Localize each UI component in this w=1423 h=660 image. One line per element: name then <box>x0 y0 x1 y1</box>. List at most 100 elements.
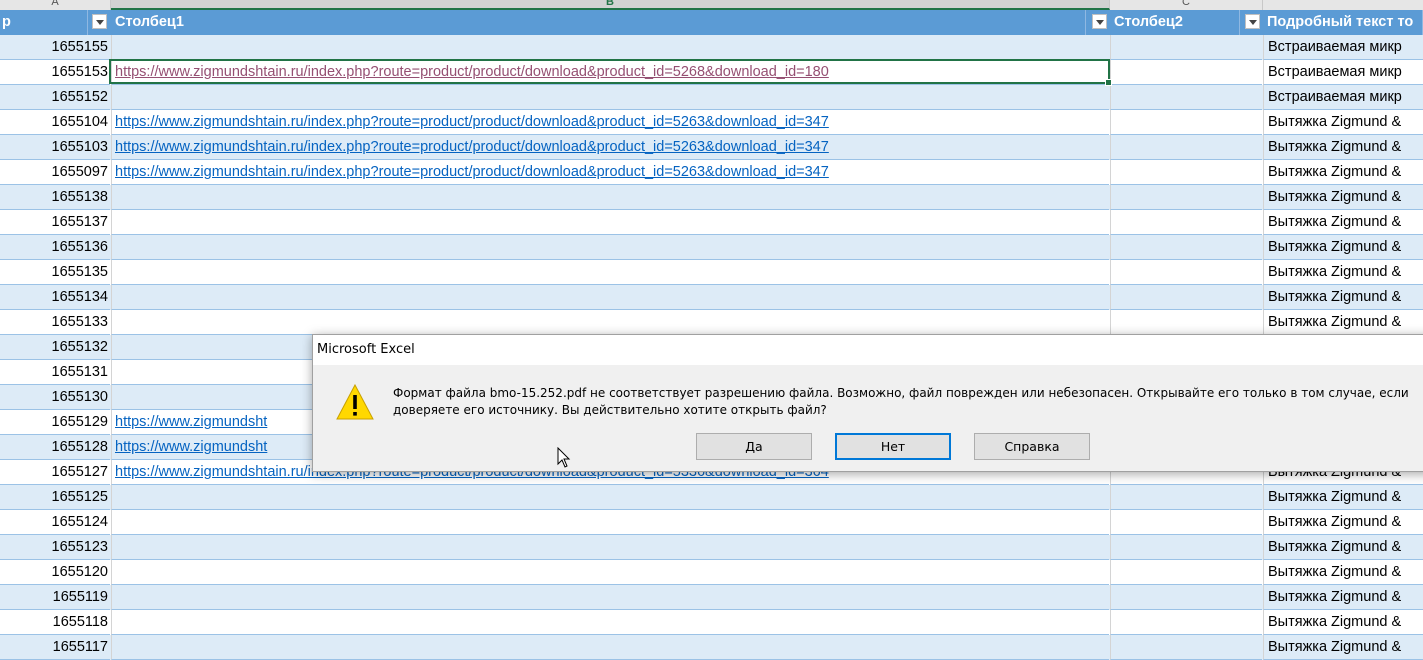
row-number-cell[interactable]: 1655125 <box>0 485 110 510</box>
hyperlink[interactable]: https://www.zigmundshtain.ru/index.php?r… <box>115 139 829 155</box>
dialog-title[interactable]: Microsoft Excel <box>313 335 1423 365</box>
stolbec2-cell[interactable] <box>1110 310 1262 335</box>
url-cell[interactable] <box>111 635 1109 660</box>
detailed-text-cell[interactable]: Встраиваемая микр <box>1263 85 1423 110</box>
column-letter-d[interactable] <box>1263 0 1423 10</box>
detailed-text-cell[interactable]: Вытяжка Zigmund & <box>1263 510 1423 535</box>
header-stolbec1[interactable]: Столбец1 <box>111 10 1086 35</box>
column-letter-a[interactable]: A <box>0 0 111 10</box>
url-cell[interactable] <box>111 535 1109 560</box>
filter-dropdown-icon[interactable] <box>1092 14 1107 29</box>
row-number-cell[interactable]: 1655131 <box>0 360 110 385</box>
row-number-cell[interactable]: 1655103 <box>0 135 110 160</box>
detailed-text-cell[interactable]: Вытяжка Zigmund & <box>1263 310 1423 335</box>
detailed-text-cell[interactable]: Вытяжка Zigmund & <box>1263 185 1423 210</box>
url-cell[interactable] <box>111 185 1109 210</box>
stolbec2-cell[interactable] <box>1110 510 1262 535</box>
url-cell[interactable] <box>111 585 1109 610</box>
hyperlink[interactable]: https://www.zigmundshtain.ru/index.php?r… <box>115 64 829 80</box>
detailed-text-cell[interactable]: Вытяжка Zigmund & <box>1263 235 1423 260</box>
row-number-cell[interactable]: 1655133 <box>0 310 110 335</box>
url-cell[interactable]: https://www.zigmundshtain.ru/index.php?r… <box>111 160 1109 185</box>
yes-button[interactable]: Да <box>696 433 812 460</box>
no-button[interactable]: Нет <box>835 433 951 460</box>
stolbec2-cell[interactable] <box>1110 210 1262 235</box>
detailed-text-cell[interactable]: Вытяжка Zigmund & <box>1263 535 1423 560</box>
detailed-text-cell[interactable]: Вытяжка Zigmund & <box>1263 260 1423 285</box>
detailed-text-cell[interactable]: Вытяжка Zigmund & <box>1263 485 1423 510</box>
row-number-cell[interactable]: 1655119 <box>0 585 110 610</box>
url-cell[interactable] <box>111 310 1109 335</box>
stolbec2-cell[interactable] <box>1110 60 1262 85</box>
stolbec2-cell[interactable] <box>1110 85 1262 110</box>
stolbec2-cell[interactable] <box>1110 535 1262 560</box>
stolbec2-cell[interactable] <box>1110 260 1262 285</box>
detailed-text-cell[interactable]: Вытяжка Zigmund & <box>1263 210 1423 235</box>
header-detailed-text[interactable]: Подробный текст то <box>1263 10 1423 35</box>
url-cell[interactable] <box>111 485 1109 510</box>
stolbec2-cell[interactable] <box>1110 185 1262 210</box>
hyperlink[interactable]: https://www.zigmundsht <box>115 439 267 455</box>
row-number-cell[interactable]: 1655117 <box>0 635 110 660</box>
row-number-cell[interactable]: 1655124 <box>0 510 110 535</box>
row-number-cell[interactable]: 1655097 <box>0 160 110 185</box>
column-letter-b[interactable]: B <box>111 0 1110 10</box>
url-cell[interactable] <box>111 235 1109 260</box>
hyperlink[interactable]: https://www.zigmundsht <box>115 414 267 430</box>
url-cell[interactable]: https://www.zigmundshtain.ru/index.php?r… <box>111 60 1109 85</box>
row-number-cell[interactable]: 1655152 <box>0 85 110 110</box>
detailed-text-cell[interactable]: Вытяжка Zigmund & <box>1263 110 1423 135</box>
row-number-cell[interactable]: 1655136 <box>0 235 110 260</box>
url-cell[interactable]: https://www.zigmundshtain.ru/index.php?r… <box>111 110 1109 135</box>
stolbec2-cell[interactable] <box>1110 610 1262 635</box>
url-cell[interactable] <box>111 510 1109 535</box>
detailed-text-cell[interactable]: Вытяжка Zigmund & <box>1263 610 1423 635</box>
header-stolbec2[interactable]: Столбец2 <box>1110 10 1240 35</box>
header-number-column[interactable]: р <box>0 10 88 35</box>
row-number-cell[interactable]: 1655127 <box>0 460 110 485</box>
detailed-text-cell[interactable]: Вытяжка Zigmund & <box>1263 585 1423 610</box>
detailed-text-cell[interactable]: Вытяжка Zigmund & <box>1263 135 1423 160</box>
filter-dropdown-icon[interactable] <box>1245 14 1260 29</box>
hyperlink[interactable]: https://www.zigmundshtain.ru/index.php?r… <box>115 114 829 130</box>
row-number-cell[interactable]: 1655130 <box>0 385 110 410</box>
row-number-cell[interactable]: 1655137 <box>0 210 110 235</box>
row-number-cell[interactable]: 1655134 <box>0 285 110 310</box>
row-number-cell[interactable]: 1655135 <box>0 260 110 285</box>
detailed-text-cell[interactable]: Вытяжка Zigmund & <box>1263 560 1423 585</box>
url-cell[interactable] <box>111 35 1109 60</box>
stolbec2-cell[interactable] <box>1110 635 1262 660</box>
url-cell[interactable] <box>111 560 1109 585</box>
row-number-cell[interactable]: 1655123 <box>0 535 110 560</box>
row-number-cell[interactable]: 1655120 <box>0 560 110 585</box>
row-number-cell[interactable]: 1655138 <box>0 185 110 210</box>
url-cell[interactable] <box>111 85 1109 110</box>
row-number-cell[interactable]: 1655153 <box>0 60 110 85</box>
detailed-text-cell[interactable]: Встраиваемая микр <box>1263 60 1423 85</box>
row-number-cell[interactable]: 1655155 <box>0 35 110 60</box>
detailed-text-cell[interactable]: Встраиваемая микр <box>1263 35 1423 60</box>
stolbec2-cell[interactable] <box>1110 135 1262 160</box>
detailed-text-cell[interactable]: Вытяжка Zigmund & <box>1263 160 1423 185</box>
row-number-cell[interactable]: 1655104 <box>0 110 110 135</box>
url-cell[interactable] <box>111 210 1109 235</box>
row-number-cell[interactable]: 1655129 <box>0 410 110 435</box>
stolbec2-cell[interactable] <box>1110 35 1262 60</box>
column-letter-c[interactable]: C <box>1110 0 1263 10</box>
url-cell[interactable]: https://www.zigmundshtain.ru/index.php?r… <box>111 135 1109 160</box>
stolbec2-cell[interactable] <box>1110 235 1262 260</box>
row-number-cell[interactable]: 1655132 <box>0 335 110 360</box>
stolbec2-cell[interactable] <box>1110 560 1262 585</box>
detailed-text-cell[interactable]: Вытяжка Zigmund & <box>1263 285 1423 310</box>
row-number-cell[interactable]: 1655118 <box>0 610 110 635</box>
url-cell[interactable] <box>111 285 1109 310</box>
hyperlink[interactable]: https://www.zigmundshtain.ru/index.php?r… <box>115 164 829 180</box>
url-cell[interactable] <box>111 260 1109 285</box>
stolbec2-cell[interactable] <box>1110 160 1262 185</box>
detailed-text-cell[interactable]: Вытяжка Zigmund & <box>1263 635 1423 660</box>
stolbec2-cell[interactable] <box>1110 585 1262 610</box>
stolbec2-cell[interactable] <box>1110 110 1262 135</box>
row-number-cell[interactable]: 1655128 <box>0 435 110 460</box>
filter-dropdown-icon[interactable] <box>92 14 107 29</box>
help-button[interactable]: Справка <box>974 433 1090 460</box>
